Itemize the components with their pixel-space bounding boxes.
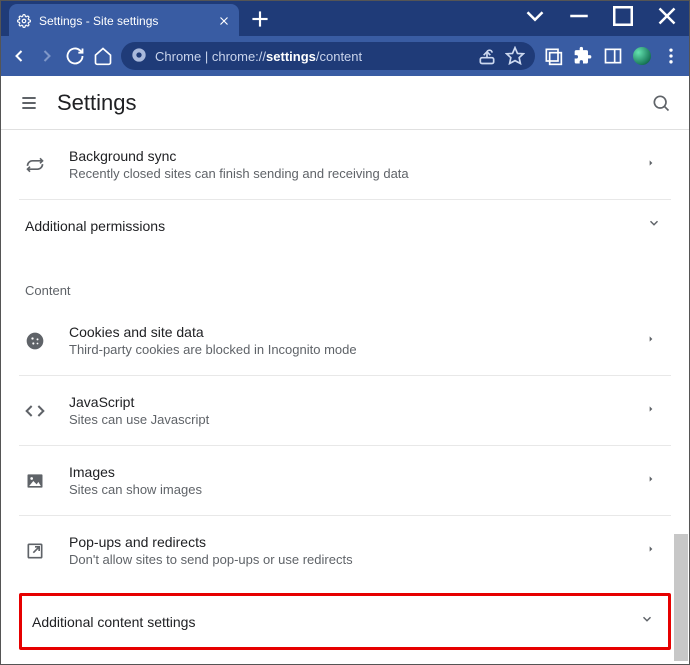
row-title: Images bbox=[69, 464, 637, 480]
gear-icon bbox=[17, 14, 31, 28]
chevron-right-icon bbox=[637, 542, 665, 560]
extension-icons bbox=[543, 46, 681, 66]
chevron-right-icon bbox=[637, 472, 665, 490]
chevron-right-icon bbox=[637, 156, 665, 174]
image-icon bbox=[25, 471, 45, 491]
close-icon[interactable] bbox=[217, 14, 231, 28]
settings-page: Settings Background sync Recently closed… bbox=[1, 76, 689, 661]
row-subtitle: Don't allow sites to send pop-ups or use… bbox=[69, 552, 637, 567]
row-subtitle: Recently closed sites can finish sending… bbox=[69, 166, 637, 181]
star-icon[interactable] bbox=[505, 46, 525, 66]
kebab-menu-icon[interactable] bbox=[661, 46, 681, 66]
row-label: Additional permissions bbox=[25, 218, 165, 234]
highlight-box: Additional content settings bbox=[19, 593, 671, 650]
back-button[interactable] bbox=[9, 46, 29, 66]
row-title: Cookies and site data bbox=[69, 324, 637, 340]
hamburger-icon[interactable] bbox=[19, 93, 39, 113]
row-additional-content-settings[interactable]: Additional content settings bbox=[22, 596, 668, 647]
extensions-icon[interactable] bbox=[573, 46, 593, 66]
chevron-down-icon[interactable] bbox=[513, 1, 557, 31]
row-popups[interactable]: Pop-ups and redirects Don't allow sites … bbox=[19, 516, 671, 585]
chrome-logo-icon bbox=[131, 47, 147, 66]
row-subtitle: Third-party cookies are blocked in Incog… bbox=[69, 342, 637, 357]
minimize-button[interactable] bbox=[557, 1, 601, 31]
close-window-button[interactable] bbox=[645, 1, 689, 31]
row-title: Background sync bbox=[69, 148, 637, 164]
row-subtitle: Sites can show images bbox=[69, 482, 637, 497]
settings-list: Background sync Recently closed sites ca… bbox=[1, 130, 689, 650]
profile-avatar[interactable] bbox=[633, 47, 651, 65]
row-images[interactable]: Images Sites can show images bbox=[19, 446, 671, 516]
chevron-right-icon bbox=[637, 402, 665, 420]
toolbar: Chrome | chrome://settings/content bbox=[1, 36, 689, 76]
row-title: Pop-ups and redirects bbox=[69, 534, 637, 550]
popup-icon bbox=[25, 541, 45, 561]
browser-tab[interactable]: Settings - Site settings bbox=[9, 4, 239, 37]
browser-chrome: Settings - Site settings Chrome | chrome… bbox=[1, 1, 689, 76]
chevron-down-icon bbox=[643, 216, 665, 235]
window-controls bbox=[513, 1, 689, 31]
chevron-right-icon bbox=[637, 332, 665, 350]
row-label: Additional content settings bbox=[32, 614, 195, 630]
row-title: JavaScript bbox=[69, 394, 637, 410]
row-cookies[interactable]: Cookies and site data Third-party cookie… bbox=[19, 306, 671, 376]
page-title: Settings bbox=[57, 90, 137, 116]
row-additional-permissions[interactable]: Additional permissions bbox=[19, 200, 671, 251]
home-button[interactable] bbox=[93, 46, 113, 66]
share-icon[interactable] bbox=[477, 46, 497, 66]
maximize-button[interactable] bbox=[601, 1, 645, 31]
reload-button[interactable] bbox=[65, 46, 85, 66]
scrollbar-thumb[interactable] bbox=[674, 534, 688, 661]
sidepanel-icon[interactable] bbox=[603, 46, 623, 66]
row-javascript[interactable]: JavaScript Sites can use Javascript bbox=[19, 376, 671, 446]
section-heading-content: Content bbox=[19, 251, 671, 306]
forward-button[interactable] bbox=[37, 46, 57, 66]
search-icon[interactable] bbox=[651, 93, 671, 113]
page-header: Settings bbox=[1, 76, 689, 130]
url-text: Chrome | chrome://settings/content bbox=[155, 49, 362, 64]
row-background-sync[interactable]: Background sync Recently closed sites ca… bbox=[19, 130, 671, 200]
address-bar[interactable]: Chrome | chrome://settings/content bbox=[121, 42, 535, 70]
cookie-icon bbox=[25, 331, 45, 351]
new-tab-button[interactable] bbox=[247, 6, 273, 32]
tab-bar: Settings - Site settings bbox=[1, 1, 689, 36]
row-subtitle: Sites can use Javascript bbox=[69, 412, 637, 427]
chevron-down-icon bbox=[636, 612, 658, 631]
code-icon bbox=[25, 401, 45, 421]
tab-title: Settings - Site settings bbox=[39, 14, 209, 28]
collections-icon[interactable] bbox=[543, 46, 563, 66]
sync-icon bbox=[25, 155, 45, 175]
